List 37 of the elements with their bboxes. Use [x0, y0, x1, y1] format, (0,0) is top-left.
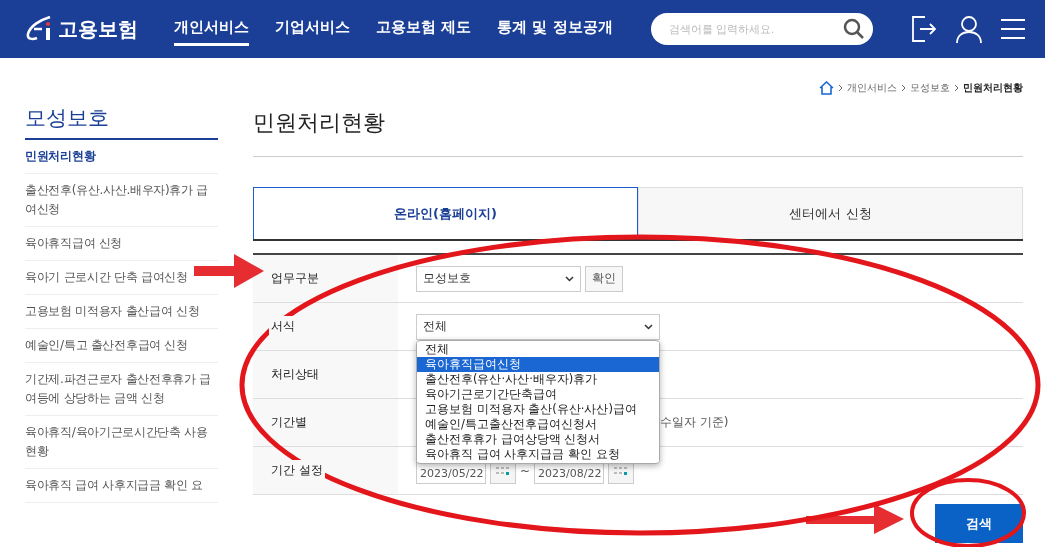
note-text: 수일자 기준) — [660, 414, 729, 431]
sidebar-title: 모성보호 — [25, 104, 218, 140]
sidebar-item[interactable]: 고용보험 미적용자 출산급여 신청 — [25, 295, 218, 329]
logo-text: 고용보험 — [58, 15, 138, 43]
page-title: 민원처리현황 — [253, 104, 1023, 157]
sidebar-item[interactable]: 출산전후(유산.사산.배우자)휴가 급여신청 — [25, 174, 218, 227]
sidebar-item[interactable]: 육아휴직/육아기근로시간단축 사용현황 — [25, 416, 218, 469]
field-label: 서식 — [269, 316, 297, 337]
tab[interactable]: 센터에서 신청 — [638, 187, 1023, 239]
confirm-button[interactable]: 확인 — [585, 265, 623, 292]
dropdown-option[interactable]: 예술인/특고출산전후급여신청서 — [417, 417, 659, 432]
sidebar-item[interactable]: 민원처리현황 — [25, 140, 218, 174]
range-separator: ~ — [520, 463, 531, 478]
breadcrumb-link[interactable]: 개인서비스 — [847, 81, 897, 95]
dropdown-option[interactable]: 고용보험 미적용자 출산(유산·사산)급여 — [417, 402, 659, 417]
sidebar-item[interactable]: 육아휴직 급여 사후지급금 확인 요 — [25, 469, 218, 503]
sidebar-item[interactable]: 육아휴직급여 신청 — [25, 227, 218, 261]
nav-item[interactable]: 고용보험 제도 — [376, 12, 472, 46]
dropdown-option[interactable]: 출산전후휴가 급여상당액 신청서 — [417, 432, 659, 447]
nav-item[interactable]: 통계 및 정보공개 — [497, 12, 613, 46]
sidebar-item[interactable]: 기간제.파견근로자 출산전후휴가 급여등에 상당하는 금액 신청 — [25, 363, 218, 416]
dropdown-option[interactable]: 육아휴직 급여 사후지급금 확인 요청 — [417, 447, 659, 462]
breadcrumb-link[interactable]: 민원처리현황 — [963, 81, 1023, 95]
tab[interactable]: 온라인(홈페이지) — [253, 187, 638, 239]
dropdown-option[interactable]: 육아휴직급여신청 — [417, 357, 659, 372]
search-field[interactable]: 검색어를 입력하세요. — [651, 13, 873, 45]
dropdown-option[interactable]: 전체 — [417, 342, 659, 357]
breadcrumb-link[interactable]: 모성보호 — [910, 81, 950, 95]
nav-item[interactable]: 개인서비스 — [174, 12, 249, 46]
dropdown-option[interactable]: 육아기근로기간단축급여 — [417, 387, 659, 402]
search-button[interactable]: 검색 — [935, 504, 1023, 543]
dropdown-option[interactable]: 출산전후(유산·사산·배우자)휴가 — [417, 372, 659, 387]
nav-item[interactable]: 기업서비스 — [275, 12, 350, 46]
sidebar-item[interactable]: 예술인/특고 출산전후급여 신청 — [25, 329, 218, 363]
field-label: 기간 설정 — [269, 460, 325, 481]
select-field[interactable]: 전체 — [416, 313, 660, 340]
select-field[interactable]: 모성보호 — [416, 265, 581, 292]
